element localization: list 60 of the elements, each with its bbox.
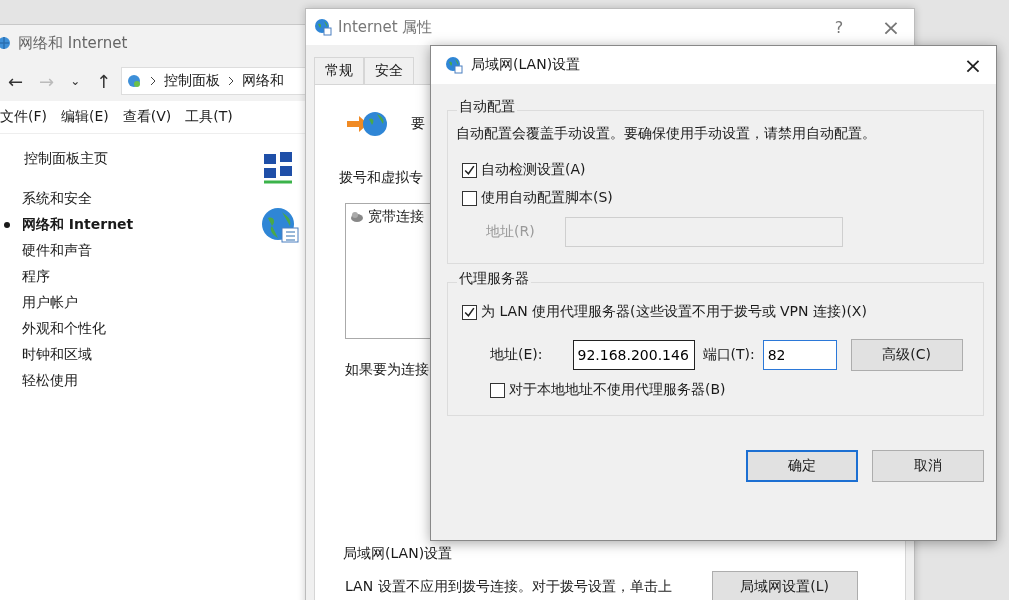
back-button[interactable]: ← <box>2 70 30 92</box>
sidebar-item[interactable]: 网络和 Internet <box>22 216 134 234</box>
close-button[interactable]: × <box>950 49 996 81</box>
advanced-button[interactable]: 高级(C) <box>850 339 963 371</box>
window-title: Internet 属性 <box>338 17 433 37</box>
tab[interactable]: 常规 <box>314 57 364 84</box>
recent-button[interactable]: ⌄ <box>64 74 87 88</box>
lan-settings-button[interactable]: 局域网设置(L) <box>711 571 858 600</box>
sidebar-item[interactable]: 程序 <box>22 268 50 286</box>
group-label: 代理服务器 <box>457 270 531 288</box>
window-title: 网络和 Internet <box>18 33 128 53</box>
address-field[interactable]: 92.168.200.146 <box>572 340 695 370</box>
address-bar[interactable]: 控制面板 网络和 <box>121 67 308 95</box>
field-label: 地址(R) <box>486 223 535 241</box>
tab[interactable]: 安全 <box>364 57 414 84</box>
ok-button[interactable]: 确定 <box>746 450 858 482</box>
lan-note: LAN 设置不应用到拨号连接。对于拨号设置，单击上 <box>345 578 672 596</box>
menu-item[interactable]: 文件(F) <box>0 108 47 126</box>
port-field[interactable]: 82 <box>762 340 837 370</box>
dialog-title: 局域网(LAN)设置 <box>471 56 581 74</box>
help-button[interactable]: ? <box>816 11 862 43</box>
section-label: 局域网(LAN)设置 <box>343 545 453 561</box>
sidebar-item[interactable]: 外观和个性化 <box>22 320 106 338</box>
control-panel-icon <box>126 73 143 89</box>
globe-icon <box>260 206 300 246</box>
sidebar-item[interactable]: 时钟和区域 <box>22 346 92 364</box>
setup-text: 要 <box>411 115 425 133</box>
up-button[interactable]: ↑ <box>90 70 118 92</box>
sidebar-item[interactable]: 用户帐户 <box>22 294 78 312</box>
hint-text: 如果要为连接 <box>345 361 429 379</box>
globe-icon <box>445 56 463 74</box>
check-icon <box>463 305 476 319</box>
globe-arrow-icon <box>345 109 389 139</box>
checkbox[interactable]: 为 LAN 使用代理服务器(这些设置不用于拨号或 VPN 连接)(X) <box>462 303 867 321</box>
section-label: 拨号和虚拟专 <box>339 169 423 187</box>
cancel-button[interactable]: 取消 <box>872 450 984 482</box>
breadcrumb-item[interactable]: 控制面板 <box>164 72 221 90</box>
field-label: 地址(E): <box>490 346 543 364</box>
globe-icon <box>314 18 332 36</box>
sidebar-item[interactable]: 轻松使用 <box>22 372 78 390</box>
breadcrumb-item[interactable]: 网络和 <box>242 72 285 90</box>
field-label: 端口(T): <box>702 346 755 364</box>
sidebar-item[interactable]: 硬件和声音 <box>22 242 92 260</box>
chevron-icon <box>228 76 235 86</box>
close-button[interactable]: × <box>868 11 914 43</box>
sidebar-link[interactable]: 控制面板主页 <box>24 150 108 168</box>
chevron-icon <box>150 76 157 86</box>
checkbox[interactable]: 自动检测设置(A) <box>462 161 586 179</box>
network-icon <box>0 35 12 51</box>
connection-item[interactable]: 宽带连接 <box>368 208 424 226</box>
group-label: 自动配置 <box>457 98 517 116</box>
check-icon <box>463 163 476 177</box>
modem-icon <box>350 210 364 224</box>
menu-item[interactable]: 工具(T) <box>185 108 233 126</box>
checkbox[interactable]: 对于本地地址不使用代理服务器(B) <box>490 381 726 399</box>
checkbox[interactable]: 使用自动配置脚本(S) <box>462 189 613 207</box>
description-text: 自动配置会覆盖手动设置。要确保使用手动设置，请禁用自动配置。 <box>456 125 876 143</box>
menu-item[interactable]: 编辑(E) <box>61 108 109 126</box>
sidebar-item[interactable]: 系统和安全 <box>22 190 92 208</box>
menu-item[interactable]: 查看(V) <box>122 108 172 126</box>
